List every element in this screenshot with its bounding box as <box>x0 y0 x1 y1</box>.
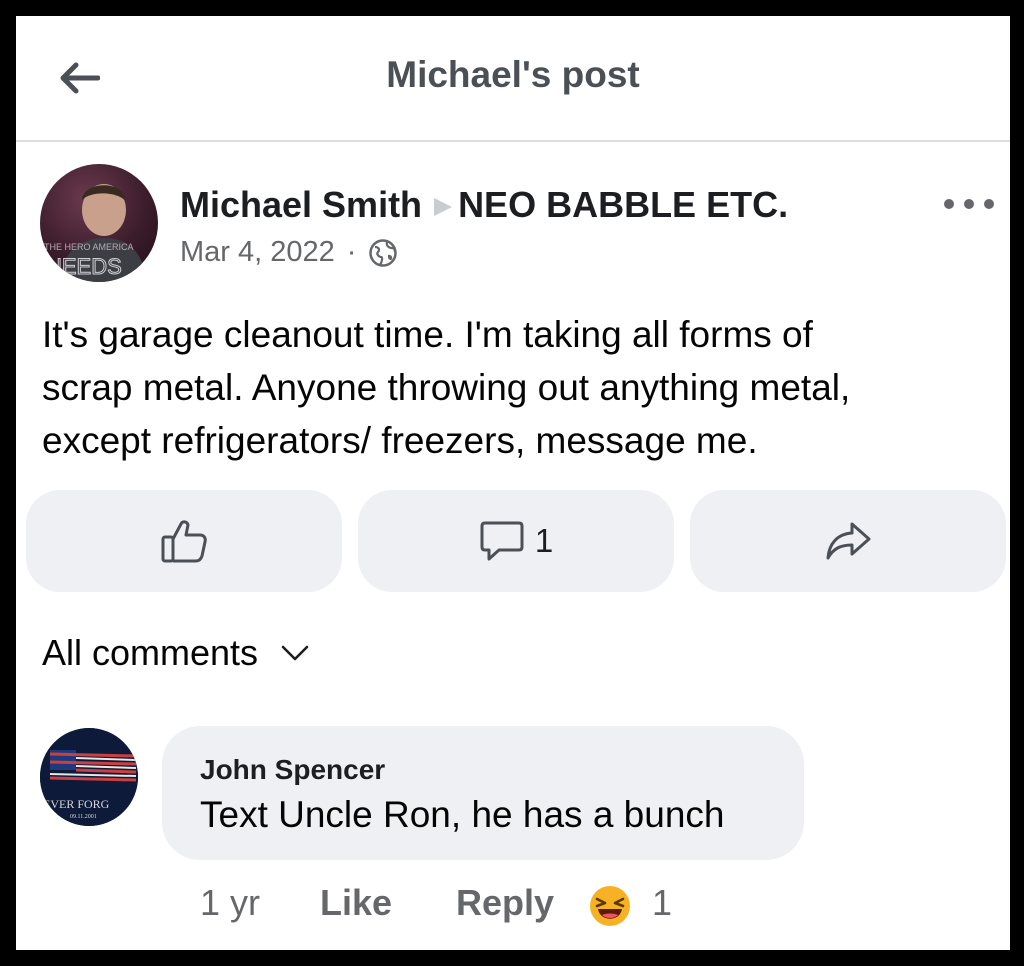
author-avatar[interactable]: THE HERO AMERICA NEEDS <box>40 164 158 282</box>
commenter-name[interactable]: John Spencer <box>200 754 385 786</box>
comment-like-button[interactable]: Like <box>320 882 392 924</box>
comment-age: 1 yr <box>200 882 261 923</box>
post-author-line: Michael Smith NEO BABBLE ETC. <box>180 184 788 226</box>
svg-text:NEEDS: NEEDS <box>46 254 122 279</box>
top-bar: Michael's post <box>16 16 1010 142</box>
post-body: It's garage cleanout time. I'm taking al… <box>42 308 982 467</box>
meta-separator: · <box>346 236 357 268</box>
comments-filter-dropdown[interactable]: All comments <box>42 632 310 674</box>
comment-icon <box>480 521 524 561</box>
comment-text: Text Uncle Ron, he has a bunch <box>200 794 725 835</box>
commenter-avatar[interactable]: EVER FORG 09.11.2001 <box>40 728 138 826</box>
dot-icon <box>984 199 994 209</box>
post-screen: Michael's post THE HERO AMERICA NEEDS Mi… <box>16 16 1010 950</box>
dot-icon <box>944 199 954 209</box>
thumbs-up-icon <box>161 520 207 563</box>
svg-text:09.11.2001: 09.11.2001 <box>70 814 97 820</box>
commenter-avatar-image: EVER FORG 09.11.2001 <box>40 728 138 826</box>
post-text-line: except refrigerators/ freezers, message … <box>42 420 758 461</box>
page-title: Michael's post <box>386 54 640 95</box>
comment-count: 1 <box>534 522 554 559</box>
comment-reply-button[interactable]: Reply <box>456 882 554 924</box>
more-options-button[interactable] <box>944 192 994 216</box>
svg-text:EVER FORG: EVER FORG <box>43 797 110 811</box>
dot-icon <box>964 199 974 209</box>
share-icon <box>826 522 871 560</box>
globe-icon <box>369 238 398 267</box>
post-text-line: scrap metal. Anyone throwing out anythin… <box>42 367 851 408</box>
like-button[interactable] <box>26 490 342 592</box>
post-text-line: It's garage cleanout time. I'm taking al… <box>42 314 813 355</box>
comment-bubble: John Spencer Text Uncle Ron, he has a bu… <box>162 726 804 860</box>
post-date[interactable]: Mar 4, 2022 <box>180 236 335 269</box>
group-name[interactable]: NEO BABBLE ETC. <box>458 184 788 225</box>
laughing-emoji-icon[interactable] <box>588 884 632 928</box>
author-avatar-image: THE HERO AMERICA NEEDS <box>44 184 146 282</box>
author-name[interactable]: Michael Smith <box>180 184 422 225</box>
chevron-down-icon <box>281 645 309 661</box>
post-meta: Mar 4, 2022 · <box>180 236 398 269</box>
comment-button[interactable]: 1 <box>358 490 674 592</box>
reaction-count: 1 <box>652 882 673 923</box>
caret-right-icon <box>434 198 453 217</box>
svg-text:THE HERO AMERICA: THE HERO AMERICA <box>44 242 134 252</box>
share-button[interactable] <box>690 490 1006 592</box>
comments-filter-label: All comments <box>42 632 259 673</box>
